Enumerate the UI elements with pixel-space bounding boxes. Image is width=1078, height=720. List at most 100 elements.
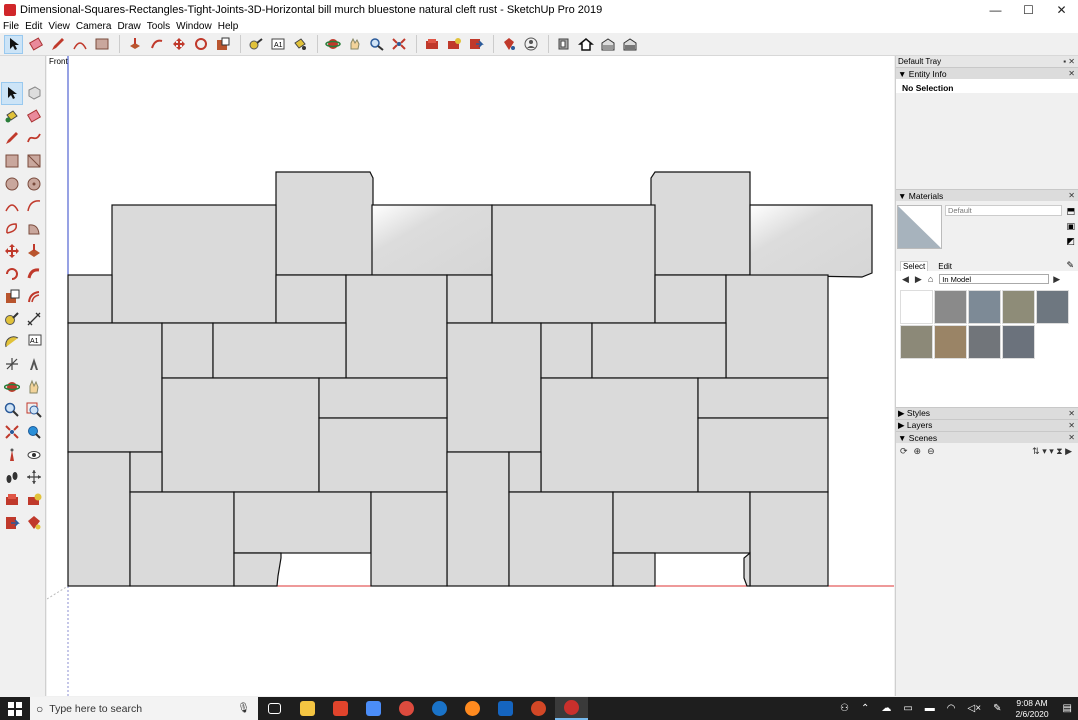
menu-view[interactable]: View (48, 21, 70, 32)
scale-icon[interactable] (213, 35, 232, 54)
material-swatch[interactable] (968, 325, 1001, 359)
taskbar-app-powerpoint[interactable] (522, 697, 555, 720)
position-camera-icon[interactable] (1, 444, 23, 467)
follow-me-icon[interactable] (147, 35, 166, 54)
eyedropper-icon[interactable]: ✎ (1066, 260, 1074, 271)
menu-file[interactable]: File (3, 21, 19, 32)
layers-header[interactable]: ▶ Layers ✕ (896, 419, 1078, 431)
protractor-tool-icon[interactable] (1, 331, 23, 354)
default-material-icon[interactable]: ▣ (1066, 219, 1075, 234)
warehouse-tool-icon[interactable] (1, 489, 23, 512)
system-clock[interactable]: 9:08 AM 2/6/2020 (1015, 698, 1048, 720)
right-view-icon[interactable] (620, 35, 639, 54)
ruby-icon[interactable] (499, 35, 518, 54)
polygon-tool-icon[interactable] (23, 172, 45, 195)
orbit-tool-icon[interactable] (1, 376, 23, 399)
entity-info-header[interactable]: ▼ Entity Info ✕ (896, 67, 1078, 79)
tray-close-icon[interactable]: ▪ ✕ (1063, 57, 1078, 66)
account-icon[interactable] (521, 35, 540, 54)
menu-camera[interactable]: Camera (76, 21, 112, 32)
two-point-arc-icon[interactable] (23, 195, 45, 218)
warehouse-icon[interactable] (422, 35, 441, 54)
pie-tool-icon[interactable] (23, 218, 45, 241)
microphone-icon[interactable]: 🎙 (237, 703, 250, 714)
meet-now-icon[interactable]: ▭ (903, 703, 912, 714)
arc-tool-icon[interactable] (1, 195, 23, 218)
taskbar-app-sketchup[interactable] (555, 697, 588, 720)
zoom-tool-icon[interactable] (1, 398, 23, 421)
eraser-tool-icon[interactable] (23, 105, 45, 128)
zoom-extents-icon[interactable] (389, 35, 408, 54)
taskbar-app-task-view[interactable] (258, 697, 291, 720)
paint-bucket-tool-icon[interactable] (1, 105, 23, 128)
ruby-console-icon[interactable] (23, 511, 45, 534)
create-material-icon[interactable]: ⬒ (1066, 204, 1075, 219)
panel-close-icon[interactable]: ✕ (1068, 69, 1078, 78)
remove-scene-icon[interactable]: ⊖ (927, 446, 935, 457)
taskbar-app-file-explorer[interactable] (291, 697, 324, 720)
extension-warehouse-tool-icon[interactable] (23, 489, 45, 512)
details-icon[interactable]: ▶ (1053, 274, 1060, 285)
material-swatch[interactable] (934, 290, 967, 324)
tab-select[interactable]: Select (900, 261, 929, 271)
material-swatch[interactable] (1036, 290, 1069, 324)
material-swatch[interactable] (1002, 290, 1035, 324)
three-point-arc-icon[interactable] (1, 218, 23, 241)
menu-draw[interactable]: Draw (117, 21, 140, 32)
maximize-button[interactable]: ☐ (1012, 0, 1045, 20)
notifications-icon[interactable]: ▤ (1063, 703, 1072, 714)
refresh-icon[interactable]: ⟳ (900, 446, 908, 457)
home-view-icon[interactable] (576, 35, 595, 54)
taskbar-app-outlook[interactable] (489, 697, 522, 720)
pan-icon[interactable] (345, 35, 364, 54)
taskbar-app-drive[interactable] (357, 697, 390, 720)
line-tool-icon[interactable] (1, 127, 23, 150)
select-icon[interactable] (4, 34, 23, 54)
menu-tools[interactable]: Tools (147, 21, 170, 32)
top-view-icon[interactable] (554, 35, 573, 54)
select-tool-icon[interactable] (1, 82, 23, 105)
follow-me-tool-icon[interactable] (23, 263, 45, 286)
people-icon[interactable]: ⚇ (840, 703, 849, 714)
volume-icon[interactable]: ◁× (968, 703, 982, 714)
show-hidden-icons-icon[interactable]: ⌃ (861, 703, 869, 714)
scenes-header[interactable]: ▼ Scenes ✕ (896, 431, 1078, 443)
collection-select[interactable]: In Model (939, 274, 1050, 284)
forward-arrow-icon[interactable]: ▶ (915, 274, 922, 285)
section-plane-icon[interactable] (23, 466, 45, 489)
taskbar-search[interactable]: ○ Type here to search 🎙 (30, 697, 258, 720)
material-swatch[interactable] (900, 325, 933, 359)
battery-icon[interactable]: ▬ (925, 703, 935, 714)
back-arrow-icon[interactable]: ◀ (902, 274, 909, 285)
drawing-viewport[interactable]: Front (47, 56, 894, 696)
material-swatch[interactable] (1002, 325, 1035, 359)
sample-icon[interactable]: ◩ (1066, 234, 1075, 249)
pencil-icon[interactable] (48, 35, 67, 54)
menu-window[interactable]: Window (176, 21, 212, 32)
styles-header[interactable]: ▶ Styles ✕ (896, 407, 1078, 419)
eraser-icon[interactable] (26, 35, 45, 54)
extension-icon[interactable] (444, 35, 463, 54)
minimize-button[interactable]: — (979, 0, 1012, 20)
zoom-extents-tool-icon[interactable] (1, 421, 23, 444)
material-name-field[interactable]: Default (945, 205, 1062, 216)
rotated-rectangle-tool-icon[interactable] (23, 150, 45, 173)
orbit-icon[interactable] (323, 35, 342, 54)
cloud-icon[interactable]: ☁ (881, 703, 891, 714)
send-to-layout-icon[interactable] (1, 511, 23, 534)
move-tool-icon[interactable] (1, 240, 23, 263)
menu-edit[interactable]: Edit (25, 21, 42, 32)
3d-text-tool-icon[interactable] (23, 353, 45, 376)
look-around-icon[interactable] (23, 444, 45, 467)
windows-start-icon[interactable] (0, 697, 30, 720)
walk-tool-icon[interactable] (1, 466, 23, 489)
rectangle-tool-icon[interactable] (1, 150, 23, 173)
front-view-icon[interactable] (598, 35, 617, 54)
zoom-icon[interactable] (367, 35, 386, 54)
taskbar-app-chrome[interactable] (390, 697, 423, 720)
close-button[interactable]: ✕ (1045, 0, 1078, 20)
menu-help[interactable]: Help (218, 21, 239, 32)
taskbar-app-edge[interactable] (423, 697, 456, 720)
rotate-tool-icon[interactable] (1, 263, 23, 286)
pen-icon[interactable]: ✎ (993, 703, 1001, 714)
